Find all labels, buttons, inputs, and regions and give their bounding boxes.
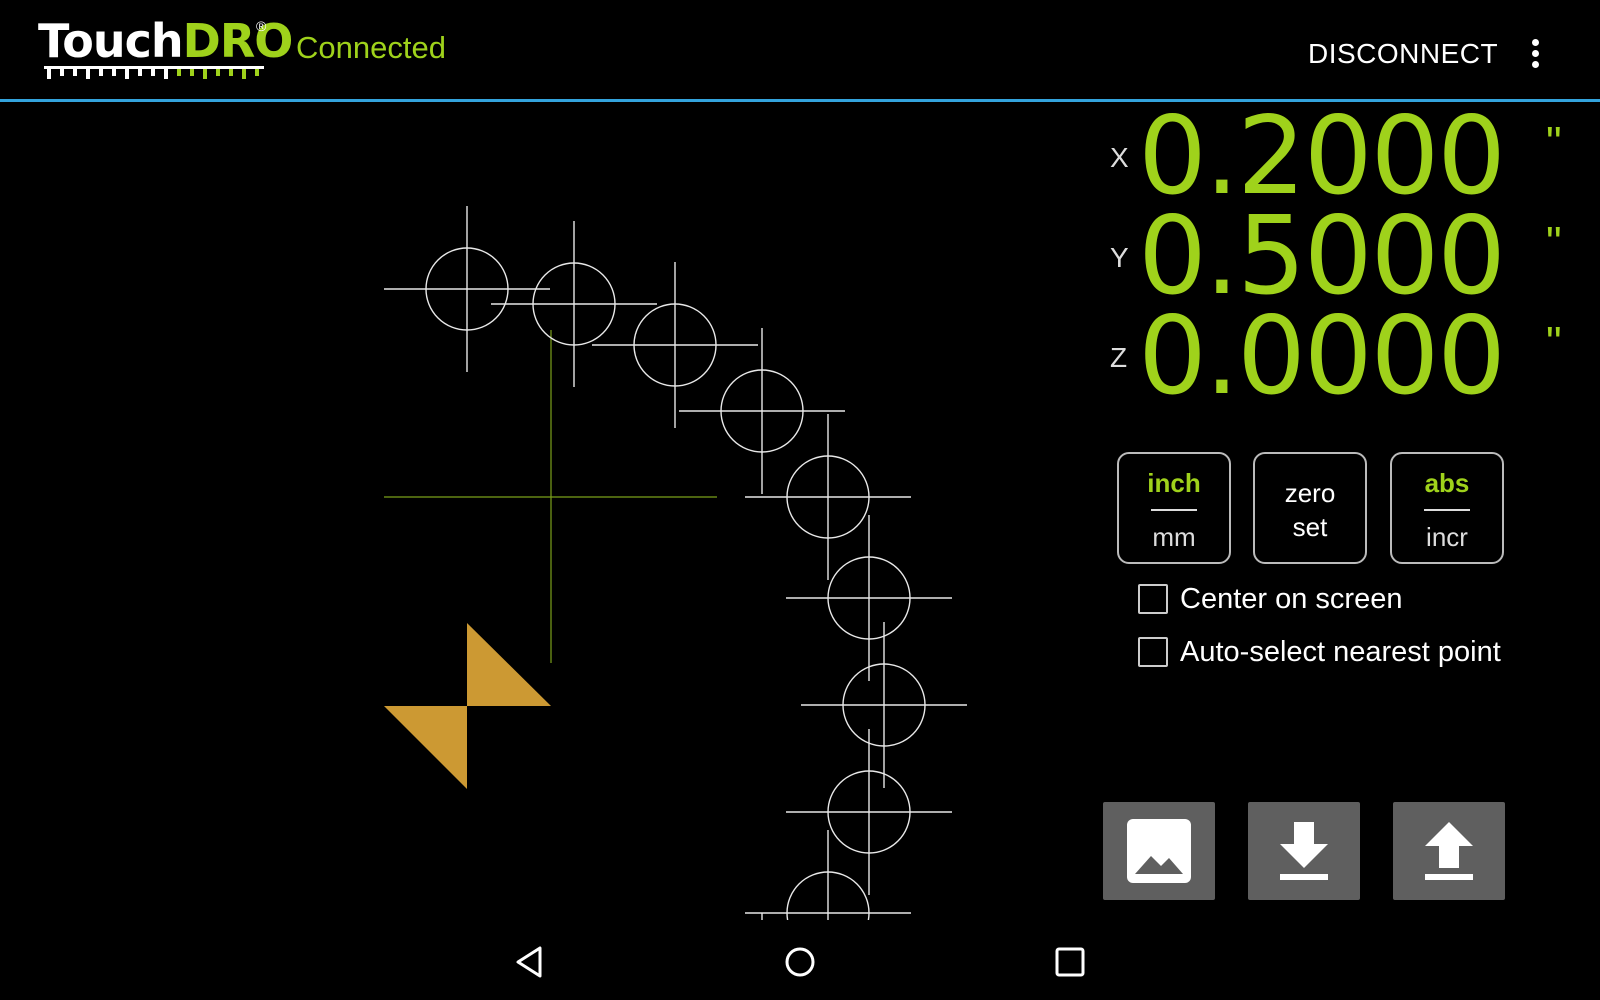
zero-set-button[interactable]: zero set — [1253, 452, 1367, 564]
current-position-marker — [384, 623, 551, 789]
auto-select-label[interactable]: Auto-select nearest point — [1180, 636, 1501, 669]
connection-status: Connected — [296, 30, 446, 65]
zero-set-line2: set — [1292, 512, 1328, 542]
hole-point[interactable] — [384, 206, 550, 372]
origin-crosshair — [384, 330, 717, 663]
download-icon — [1280, 822, 1328, 880]
upload-icon — [1425, 822, 1473, 880]
center-on-screen-label[interactable]: Center on screen — [1180, 583, 1402, 616]
hole-point[interactable] — [491, 221, 657, 387]
system-nav-bar — [0, 920, 1600, 1000]
logo-touch-text: Touch — [38, 14, 184, 68]
hole-point[interactable] — [592, 262, 758, 428]
hole-point[interactable] — [786, 515, 952, 681]
back-icon[interactable] — [508, 940, 552, 984]
upload-button[interactable] — [1393, 802, 1505, 900]
logo-ruler-graphic — [44, 66, 264, 79]
hole-points — [384, 206, 967, 920]
y-axis-unit: " — [1546, 218, 1562, 267]
z-axis-unit: " — [1546, 318, 1562, 367]
recents-icon[interactable] — [1048, 940, 1092, 984]
home-icon[interactable] — [778, 940, 822, 984]
logo-dro-text: DRO — [182, 14, 294, 68]
logo-registered-mark: ® — [256, 18, 267, 34]
center-on-screen-checkbox[interactable] — [1138, 584, 1168, 614]
hole-point[interactable] — [679, 328, 845, 494]
auto-select-checkbox[interactable] — [1138, 637, 1168, 667]
units-active-label: inch — [1147, 468, 1201, 498]
mode-active-label: abs — [1424, 468, 1470, 498]
download-button[interactable] — [1248, 802, 1360, 900]
mode-inactive-label: incr — [1426, 522, 1468, 552]
abs-incr-toggle-button[interactable]: abs incr — [1390, 452, 1504, 564]
hole-point[interactable] — [801, 622, 967, 788]
drawing-canvas[interactable] — [0, 105, 1090, 920]
image-icon — [1127, 819, 1191, 883]
hole-point[interactable] — [745, 414, 911, 580]
units-toggle-button[interactable]: inch mm — [1117, 452, 1231, 564]
x-axis-label: X — [1110, 142, 1129, 173]
disconnect-button[interactable]: DISCONNECT — [1308, 38, 1498, 70]
hole-point[interactable] — [786, 729, 952, 895]
x-axis-unit: " — [1546, 118, 1562, 167]
y-axis-label: Y — [1110, 242, 1129, 273]
zero-set-line1: zero — [1284, 478, 1336, 508]
app-bar: TouchDRO ® Connected DISCONNECT — [0, 0, 1600, 102]
hole-point[interactable] — [745, 830, 911, 920]
units-divider — [1151, 509, 1197, 511]
touchdro-logo: TouchDRO ® — [38, 18, 293, 88]
more-vert-icon[interactable] — [1520, 36, 1550, 72]
mode-divider — [1424, 509, 1470, 511]
z-axis-value[interactable]: 0.0000 — [1138, 303, 1506, 411]
units-inactive-label: mm — [1152, 522, 1196, 552]
z-axis-label: Z — [1110, 342, 1128, 373]
image-button[interactable] — [1103, 802, 1215, 900]
